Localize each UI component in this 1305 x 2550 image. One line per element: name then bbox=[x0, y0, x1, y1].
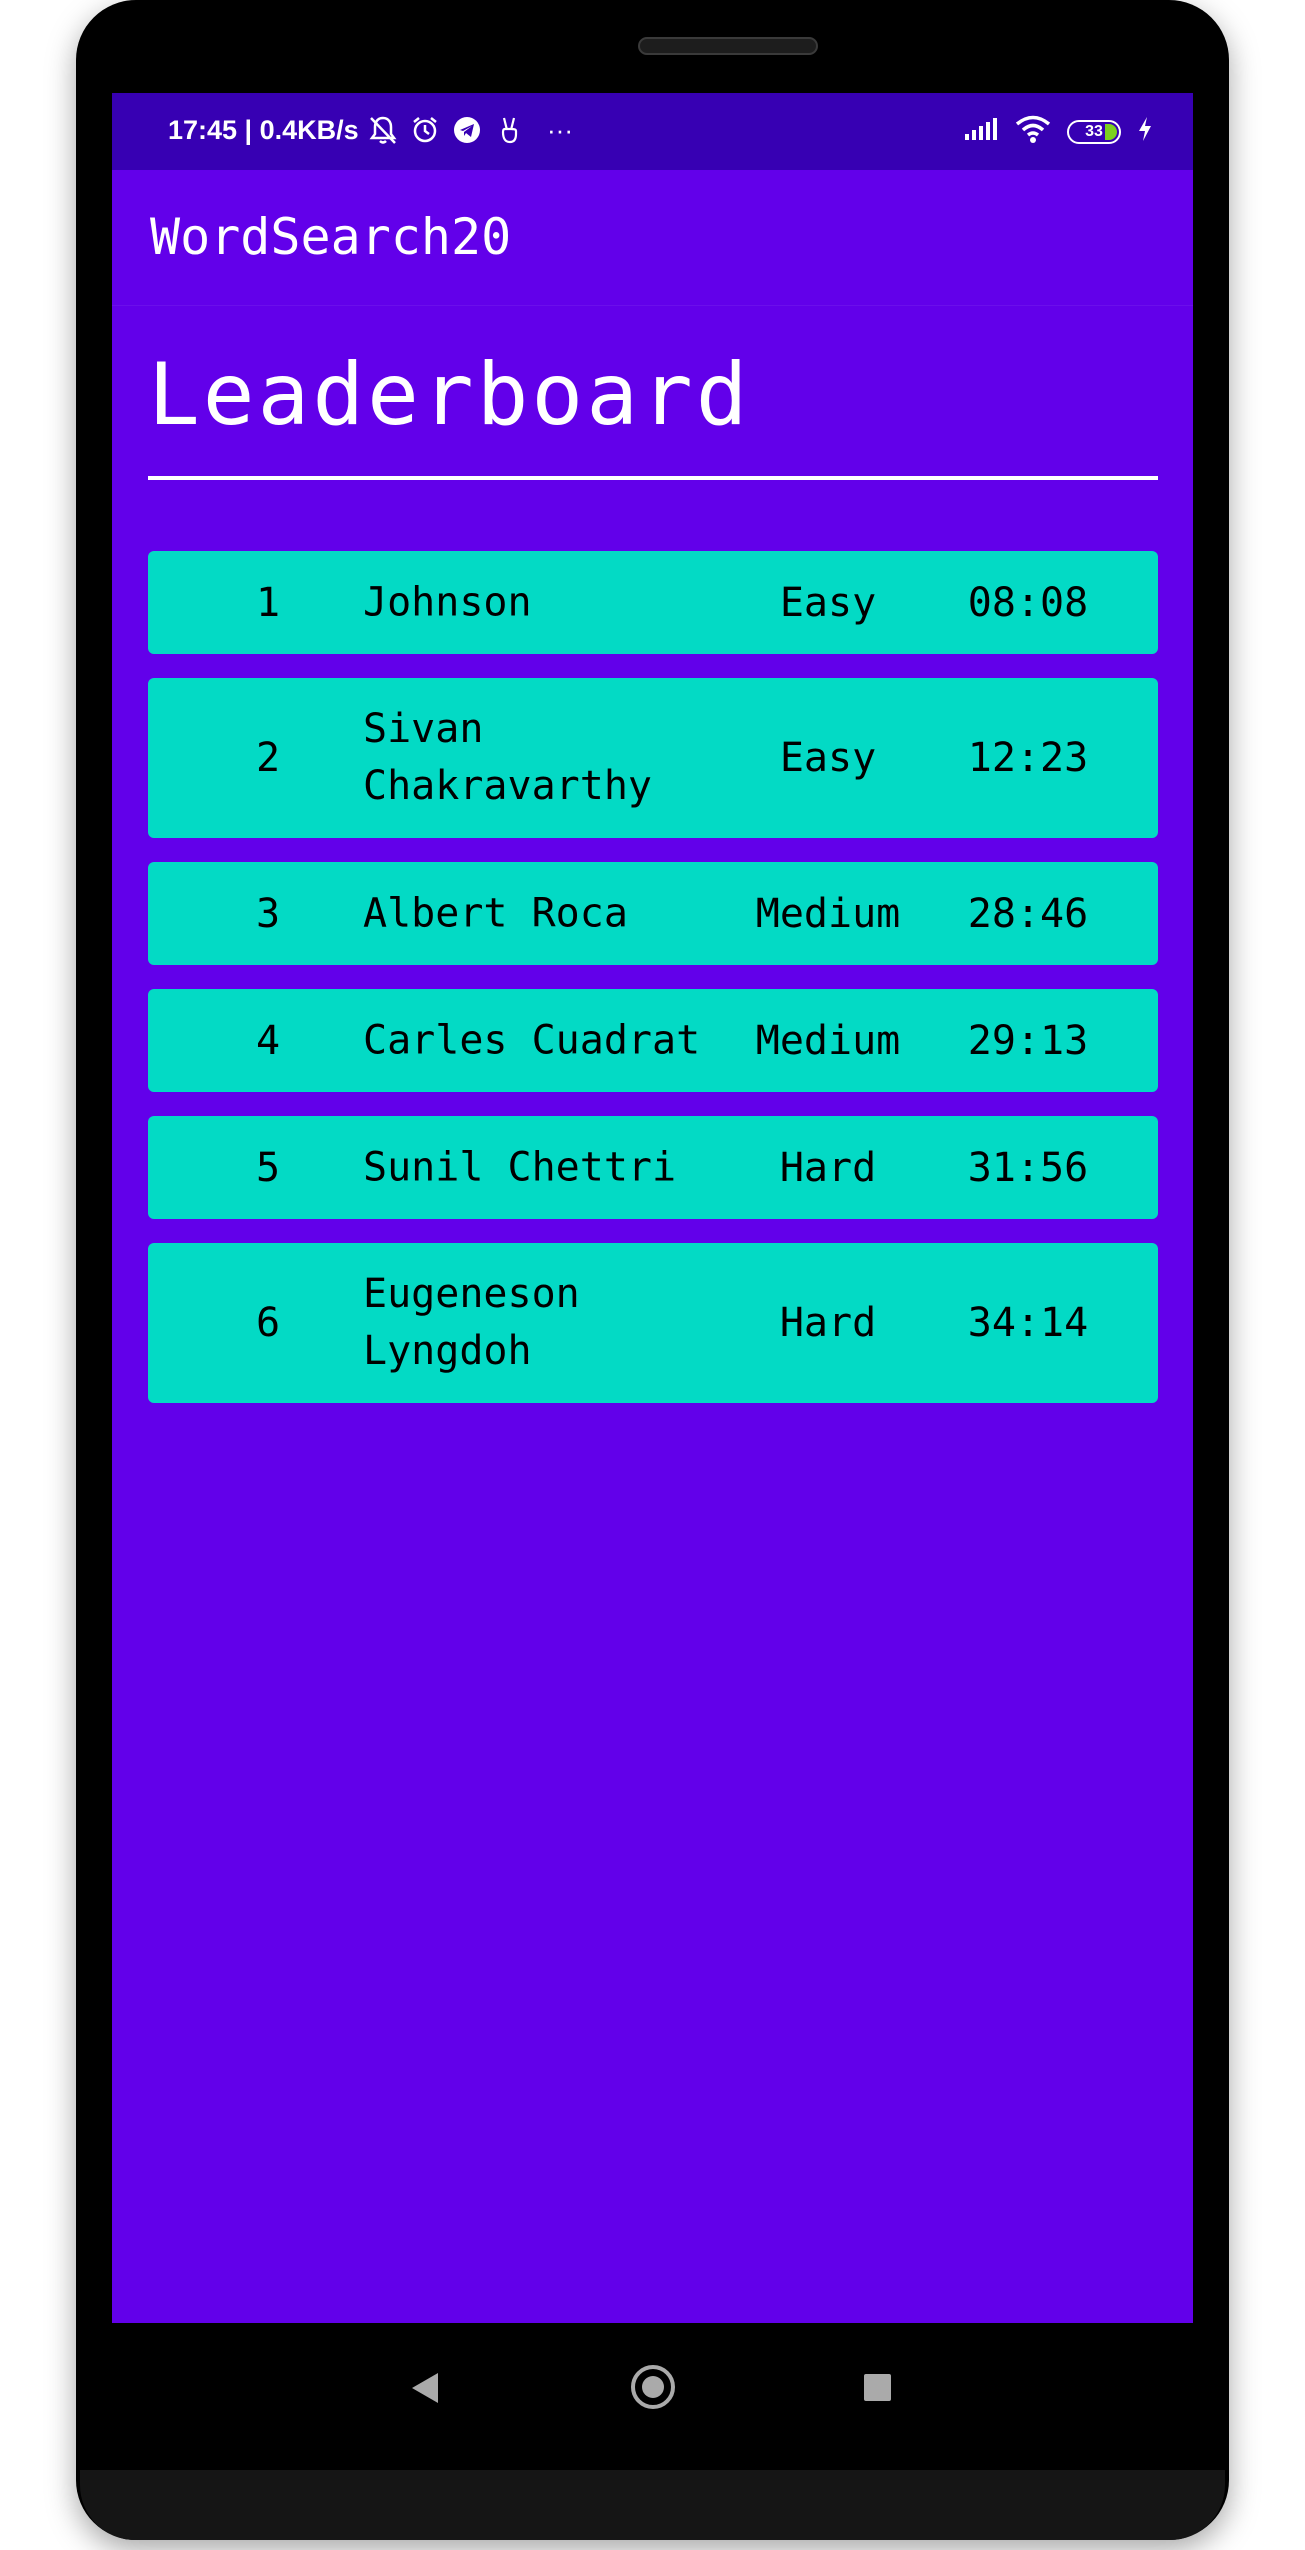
leaderboard-row[interactable]: 5 Sunil Chettri Hard 31:56 bbox=[148, 1116, 1158, 1219]
signal-icon bbox=[963, 116, 999, 147]
player-name: Sivan Chakravarthy bbox=[363, 706, 652, 809]
rank-cell: 2 bbox=[255, 735, 281, 781]
status-time: 17:45 | 0.4KB/s bbox=[168, 115, 359, 145]
telegram-icon bbox=[451, 110, 483, 150]
status-notification-icons: ··· bbox=[367, 110, 585, 150]
battery-level: 33 bbox=[1085, 122, 1103, 140]
title-divider bbox=[148, 476, 1158, 480]
leaderboard-row[interactable]: 2 Sivan Chakravarthy Easy 12:23 bbox=[148, 678, 1158, 838]
more-icon: ··· bbox=[547, 114, 573, 145]
completion-time: 31:56 bbox=[967, 1144, 1089, 1191]
victory-hand-icon bbox=[493, 110, 525, 150]
difficulty-level: Medium bbox=[755, 890, 901, 937]
app-bar: WordSearch20 bbox=[112, 170, 1193, 306]
phone-chin bbox=[80, 2470, 1225, 2540]
difficulty-level: Easy bbox=[779, 735, 877, 781]
player-name: Carles Cuadrat bbox=[363, 1017, 701, 1063]
player-name: Albert Roca bbox=[363, 890, 628, 936]
mute-bell-icon bbox=[367, 110, 399, 150]
rank-cell: 5 bbox=[255, 1144, 281, 1191]
rank-cell: 6 bbox=[255, 1300, 281, 1346]
navigation-bar bbox=[112, 2323, 1193, 2453]
completion-time: 34:14 bbox=[967, 1300, 1089, 1346]
battery-fill bbox=[1105, 123, 1117, 140]
rank-cell: 4 bbox=[255, 1017, 281, 1064]
completion-time: 28:46 bbox=[967, 890, 1089, 937]
difficulty-level: Easy bbox=[779, 579, 877, 626]
difficulty-level: Hard bbox=[779, 1144, 877, 1191]
player-name: Sunil Chettri bbox=[363, 1144, 677, 1190]
leaderboard-row[interactable]: 6 Eugeneson Lyngdoh Hard 34:14 bbox=[148, 1243, 1158, 1403]
status-bar: 17:45 | 0.4KB/s ··· 33 bbox=[112, 93, 1193, 170]
wifi-icon bbox=[1015, 115, 1051, 148]
rank-cell: 1 bbox=[255, 579, 281, 626]
completion-time: 08:08 bbox=[967, 579, 1089, 626]
rank-cell: 3 bbox=[255, 890, 281, 937]
leaderboard-row[interactable]: 4 Carles Cuadrat Medium 29:13 bbox=[148, 989, 1158, 1092]
completion-time: 29:13 bbox=[967, 1017, 1089, 1064]
leaderboard-row[interactable]: 3 Albert Roca Medium 28:46 bbox=[148, 862, 1158, 965]
difficulty-level: Medium bbox=[755, 1017, 901, 1064]
home-icon[interactable] bbox=[631, 2365, 675, 2409]
back-icon[interactable] bbox=[412, 2373, 438, 2403]
app-screen: 17:45 | 0.4KB/s ··· 33 WordSearch20 Lead… bbox=[112, 93, 1193, 2323]
earpiece-speaker bbox=[638, 37, 818, 55]
player-name: Johnson bbox=[363, 579, 532, 625]
player-name: Eugeneson Lyngdoh bbox=[363, 1271, 580, 1374]
recents-icon[interactable] bbox=[864, 2374, 891, 2401]
completion-time: 12:23 bbox=[967, 735, 1089, 781]
app-title: WordSearch20 bbox=[150, 208, 512, 266]
status-system-icons: 33 bbox=[963, 115, 1153, 148]
leaderboard-row[interactable]: 1 Johnson Easy 08:08 bbox=[148, 551, 1158, 654]
page-title: Leaderboard bbox=[148, 345, 751, 445]
alarm-icon bbox=[409, 110, 441, 150]
charging-icon bbox=[1137, 116, 1153, 147]
battery-icon: 33 bbox=[1067, 119, 1121, 144]
difficulty-level: Hard bbox=[779, 1300, 877, 1346]
